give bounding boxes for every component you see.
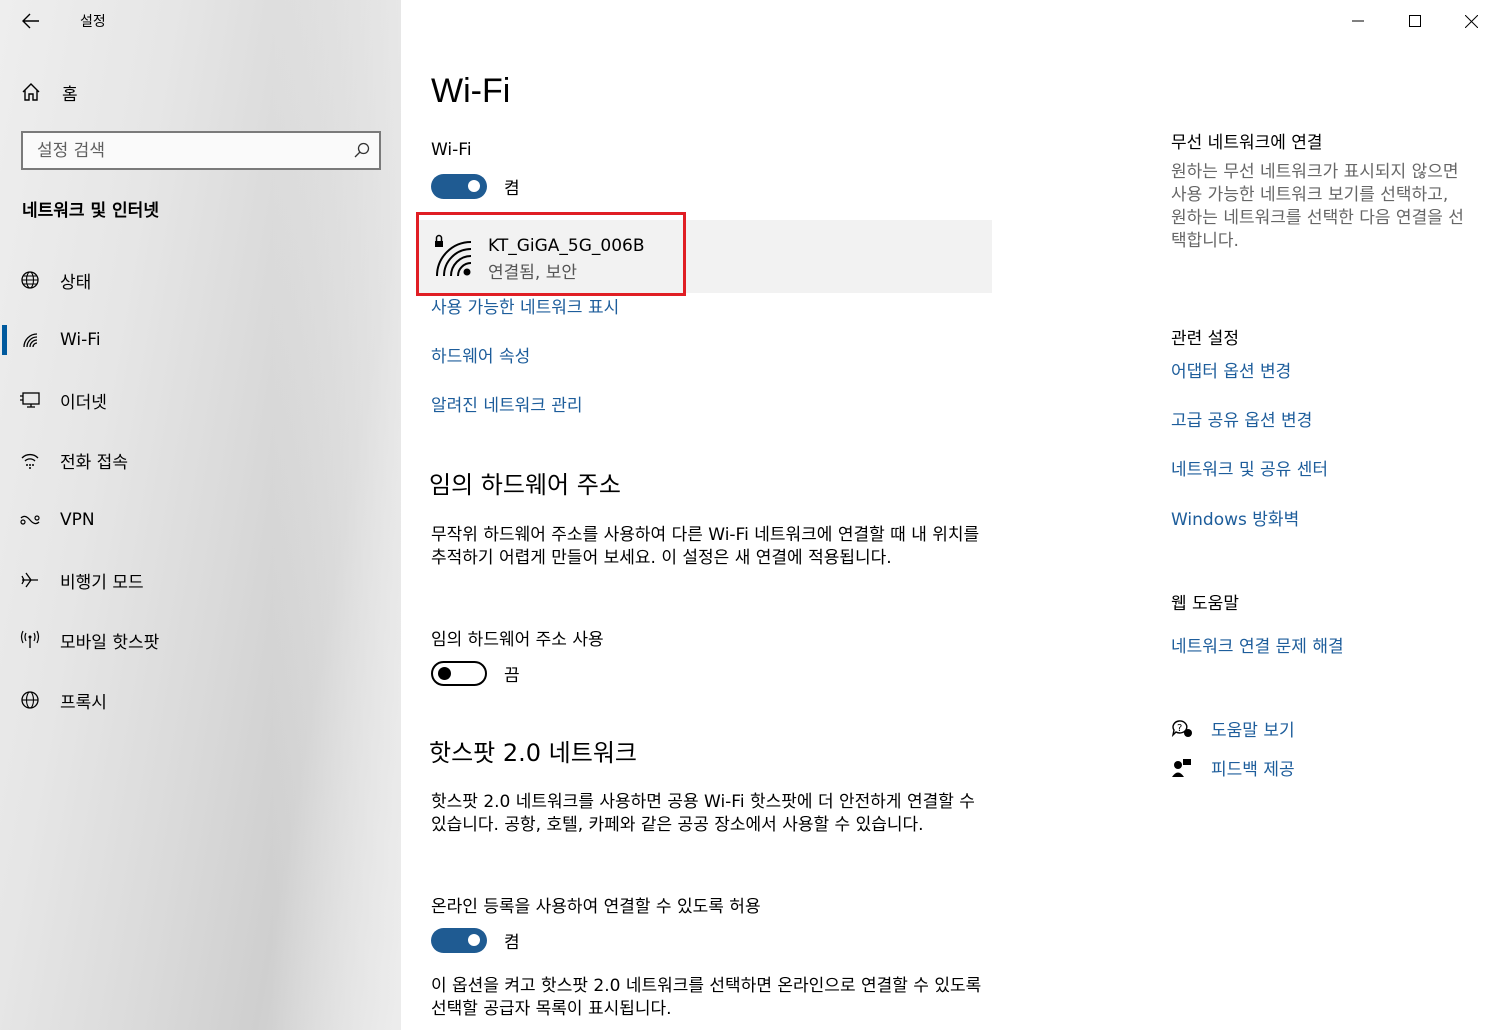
search-box — [21, 131, 381, 170]
connect-description: 원하는 무선 네트워크가 표시되지 않으면 사용 가능한 네트워크 보기를 선택… — [1171, 162, 1464, 251]
app-title: 설정 — [80, 14, 106, 30]
sidebar-item-vpn[interactable]: VPN — [0, 490, 401, 550]
random-hw-toggle-state: 끔 — [504, 666, 520, 686]
sidebar-item-label: 프록시 — [60, 692, 107, 713]
sidebar-item-label: 전화 접속 — [60, 452, 128, 473]
random-hw-description: 무작위 하드웨어 주소를 사용하여 다른 Wi-Fi 네트워크에 연결할 때 내… — [431, 525, 980, 568]
close-button[interactable] — [1443, 0, 1500, 42]
manage-known-networks-link[interactable]: 알려진 네트워크 관리 — [431, 391, 583, 416]
hotspot20-note: 이 옵션을 켜고 핫스팟 2.0 네트워크를 선택하면 온라인으로 연결할 수 … — [431, 976, 982, 1019]
wifi-secured-icon — [435, 234, 472, 277]
sidebar-item-status[interactable]: 상태 — [0, 250, 401, 310]
random-hw-heading: 임의 하드웨어 주소 — [429, 471, 621, 499]
back-button[interactable] — [0, 0, 62, 42]
help-row[interactable]: ? 도움말 보기 — [1171, 716, 1295, 741]
close-icon — [1465, 14, 1478, 28]
globe-status-icon — [0, 270, 60, 290]
network-name: KT_GiGA_5G_006B — [488, 236, 645, 256]
sidebar-item-proxy[interactable]: 프록시 — [0, 670, 401, 730]
wifi-toggle-row: 켬 — [431, 174, 520, 199]
vpn-icon — [0, 512, 60, 528]
connect-heading: 무선 네트워크에 연결 — [1171, 133, 1323, 153]
section-title: 네트워크 및 인터넷 — [22, 201, 159, 221]
nav-list: 상태 Wi-Fi 이더넷 전화 접속 VPN 비행기 모드 모바일 핫스팟 프록… — [0, 250, 401, 730]
get-help-link[interactable]: 도움말 보기 — [1211, 716, 1295, 741]
network-item[interactable]: KT_GiGA_5G_006B 연결됨, 보안 — [416, 220, 992, 293]
sidebar-item-label: VPN — [60, 510, 95, 530]
nav-home-label: 홈 — [62, 84, 78, 105]
web-help-heading: 웹 도움말 — [1171, 594, 1239, 614]
hotspot20-toggle-state: 켬 — [504, 933, 520, 953]
network-status: 연결됨, 보안 — [488, 263, 578, 283]
toggle-knob — [468, 934, 480, 946]
troubleshoot-link[interactable]: 네트워크 연결 문제 해결 — [1171, 632, 1344, 657]
hardware-properties-link[interactable]: 하드웨어 속성 — [431, 342, 530, 367]
svg-text:?: ? — [1177, 723, 1182, 734]
page-title: Wi-Fi — [431, 72, 511, 110]
help-chat-icon: ? — [1171, 719, 1192, 737]
home-icon — [0, 82, 62, 102]
sidebar-item-airplane[interactable]: 비행기 모드 — [0, 550, 401, 610]
search-input[interactable] — [23, 140, 343, 161]
airplane-icon — [0, 570, 60, 590]
sidebar-item-label: 이더넷 — [60, 392, 107, 413]
window-controls — [1329, 0, 1500, 42]
sidebar-item-wifi[interactable]: Wi-Fi — [0, 310, 401, 370]
windows-firewall-link[interactable]: Windows 방화벽 — [1171, 505, 1299, 530]
sidebar-item-ethernet[interactable]: 이더넷 — [0, 370, 401, 430]
show-available-networks-link[interactable]: 사용 가능한 네트워크 표시 — [431, 293, 619, 318]
sidebar-item-hotspot[interactable]: 모바일 핫스팟 — [0, 610, 401, 670]
sidebar-item-dialup[interactable]: 전화 접속 — [0, 430, 401, 490]
give-feedback-link[interactable]: 피드백 제공 — [1211, 755, 1295, 780]
back-arrow-icon — [22, 13, 39, 29]
nav-home[interactable]: 홈 — [0, 72, 401, 112]
titlebar-left: 설정 — [0, 0, 401, 42]
maximize-icon — [1408, 15, 1421, 27]
search-icon[interactable] — [353, 141, 371, 163]
hotspot20-toggle-label: 온라인 등록을 사용하여 연결할 수 있도록 허용 — [431, 897, 761, 917]
sidebar-item-label: 상태 — [60, 272, 92, 293]
sidebar-item-label: 모바일 핫스팟 — [60, 632, 160, 653]
maximize-button[interactable] — [1386, 0, 1443, 42]
hotspot20-description: 핫스팟 2.0 네트워크를 사용하면 공용 Wi-Fi 핫스팟에 더 안전하게 … — [431, 792, 975, 835]
main-content: Wi-Fi Wi-Fi 켬 KT_GiGA_5G_006B 연결됨, 보안 사용… — [401, 0, 1500, 1030]
hotspot20-heading: 핫스팟 2.0 네트워크 — [429, 739, 637, 767]
toggle-knob — [438, 667, 451, 680]
random-hw-toggle-row: 끔 — [431, 661, 520, 686]
minimize-button[interactable] — [1329, 0, 1386, 42]
hotspot20-toggle[interactable] — [431, 928, 487, 953]
hotspot20-toggle-row: 켬 — [431, 928, 520, 953]
minimize-icon — [1351, 20, 1364, 22]
toggle-knob — [468, 180, 480, 192]
random-hw-toggle-label: 임의 하드웨어 주소 사용 — [431, 630, 604, 650]
globe-icon — [0, 690, 60, 710]
sidebar: 설정 홈 네트워크 및 인터넷 상태 Wi-Fi — [0, 0, 401, 1030]
network-sharing-center-link[interactable]: 네트워크 및 공유 센터 — [1171, 455, 1328, 480]
advanced-sharing-link[interactable]: 고급 공유 옵션 변경 — [1171, 406, 1312, 431]
sidebar-item-label: 비행기 모드 — [60, 572, 144, 593]
random-hw-toggle[interactable] — [431, 661, 487, 686]
related-settings-heading: 관련 설정 — [1171, 329, 1239, 349]
ethernet-icon — [0, 390, 60, 410]
adapter-options-link[interactable]: 어댑터 옵션 변경 — [1171, 357, 1291, 382]
hotspot-icon — [0, 630, 60, 650]
feedback-row[interactable]: 피드백 제공 — [1171, 755, 1295, 780]
sidebar-item-label: Wi-Fi — [60, 330, 101, 350]
wifi-label: Wi-Fi — [431, 140, 472, 160]
wifi-toggle[interactable] — [431, 174, 487, 199]
wifi-icon — [0, 330, 60, 350]
dialup-icon — [0, 450, 60, 470]
feedback-icon — [1172, 758, 1191, 777]
wifi-toggle-state: 켬 — [504, 179, 520, 199]
